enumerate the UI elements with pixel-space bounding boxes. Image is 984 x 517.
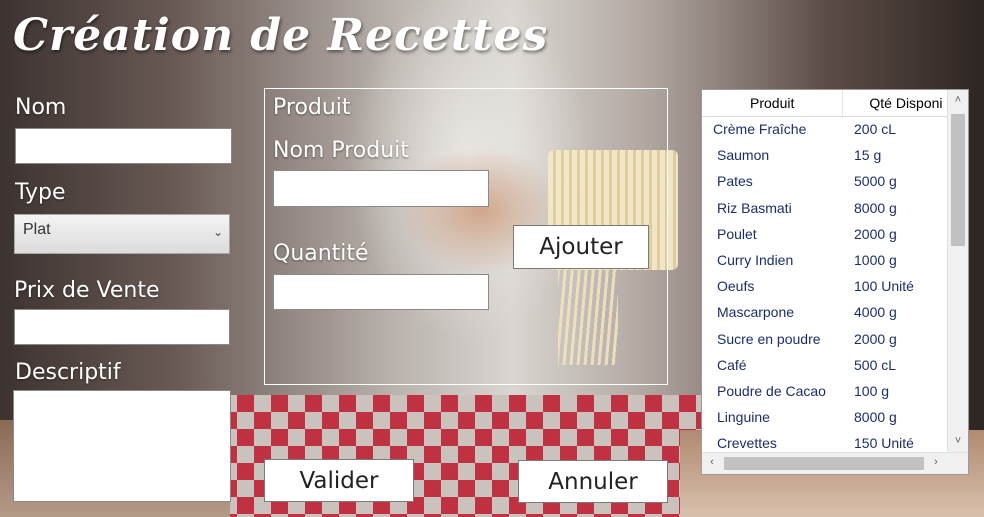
cell-produit: Sucre en poudre xyxy=(717,330,821,347)
horizontal-scrollbar[interactable]: ‹ › xyxy=(702,452,968,474)
table-row[interactable]: Pates 5000 g xyxy=(702,168,946,194)
cell-produit: Curry Indien xyxy=(717,252,794,269)
table-row[interactable]: Oeufs 100 Unité xyxy=(702,273,946,299)
cell-qte: 2000 g xyxy=(854,225,897,242)
vertical-scrollbar[interactable]: ˄ ˅ xyxy=(947,90,968,454)
cell-produit: Riz Basmati xyxy=(717,199,792,216)
prix-label: Prix de Vente xyxy=(14,278,160,303)
column-header-produit[interactable]: Produit xyxy=(702,90,844,116)
cell-produit: Crème Fraîche xyxy=(713,121,807,138)
descriptif-label: Descriptif xyxy=(15,360,121,385)
cell-produit: Poudre de Cacao xyxy=(717,382,826,399)
cell-qte: 1000 g xyxy=(854,252,897,269)
table-row[interactable]: Curry Indien 1000 g xyxy=(702,247,946,273)
nom-label: Nom xyxy=(15,95,67,120)
type-selected-value: Plat xyxy=(23,221,51,238)
cell-qte: 15 g xyxy=(854,147,882,164)
cell-qte: 5000 g xyxy=(854,173,897,190)
table-row[interactable]: Poulet 2000 g xyxy=(702,221,946,247)
cell-qte: 500 cL xyxy=(854,356,897,373)
cell-qte: 150 Unité xyxy=(854,435,914,452)
produit-group-title: Produit xyxy=(273,95,351,120)
type-select[interactable]: Plat ⌄ xyxy=(14,214,230,254)
products-grid[interactable]: Produit Qté Disponi Crème Fraîche 200 cL S… xyxy=(701,89,969,475)
table-row[interactable]: Poudre de Cacao 100 g xyxy=(702,378,946,404)
ajouter-button[interactable]: Ajouter xyxy=(513,225,649,269)
scroll-right-icon[interactable]: › xyxy=(926,456,946,468)
quantite-input[interactable] xyxy=(273,274,489,310)
cell-qte: 100 g xyxy=(854,382,890,399)
nom-produit-label: Nom Produit xyxy=(273,138,409,163)
cell-qte: 200 cL xyxy=(854,121,897,138)
table-row[interactable]: Mascarpone 4000 g xyxy=(702,299,946,325)
scroll-up-icon[interactable]: ˄ xyxy=(948,94,968,106)
cell-qte: 2000 g xyxy=(854,330,897,347)
table-row[interactable]: Café 500 cL xyxy=(702,352,946,378)
cell-produit: Pates xyxy=(717,173,753,190)
vertical-scroll-thumb[interactable] xyxy=(951,114,965,246)
cell-produit: Café xyxy=(717,356,747,373)
descriptif-textarea[interactable] xyxy=(13,390,231,502)
annuler-button[interactable]: Annuler xyxy=(518,460,668,503)
table-row[interactable]: Linguine 8000 g xyxy=(702,404,946,430)
cell-produit: Oeufs xyxy=(717,278,755,295)
cell-produit: Linguine xyxy=(717,409,770,426)
cell-produit: Saumon xyxy=(717,147,770,164)
chevron-down-icon: ⌄ xyxy=(212,225,223,239)
table-row[interactable]: Saumon 15 g xyxy=(702,142,946,168)
page-title: Création de Recettes xyxy=(13,10,549,61)
cell-produit: Crevettes xyxy=(717,435,777,452)
nom-input[interactable] xyxy=(15,128,232,164)
quantite-label: Quantité xyxy=(273,241,369,266)
table-row[interactable]: Riz Basmati 8000 g xyxy=(702,195,946,221)
column-header-qte[interactable]: Qté Disponi xyxy=(843,90,952,116)
cell-qte: 100 Unité xyxy=(854,278,914,295)
cell-qte: 4000 g xyxy=(854,304,897,321)
cell-qte: 8000 g xyxy=(854,199,897,216)
cell-produit: Mascarpone xyxy=(717,304,795,321)
valider-button[interactable]: Valider xyxy=(264,459,414,502)
type-label: Type xyxy=(15,180,66,205)
nom-produit-input[interactable] xyxy=(273,170,489,207)
prix-input[interactable] xyxy=(14,309,230,345)
scroll-down-icon[interactable]: ˅ xyxy=(948,435,968,447)
table-row[interactable]: Sucre en poudre 2000 g xyxy=(702,326,946,352)
grid-header: Produit Qté Disponi xyxy=(702,90,952,117)
grid-rows: Crème Fraîche 200 cL Saumon 15 g Pates 5000 g… xyxy=(702,116,946,456)
cell-qte: 8000 g xyxy=(854,409,897,426)
horizontal-scroll-thumb[interactable] xyxy=(724,457,924,470)
table-row[interactable]: Crème Fraîche 200 cL xyxy=(702,116,946,142)
cell-produit: Poulet xyxy=(717,225,757,242)
scroll-left-icon[interactable]: ‹ xyxy=(702,456,722,468)
